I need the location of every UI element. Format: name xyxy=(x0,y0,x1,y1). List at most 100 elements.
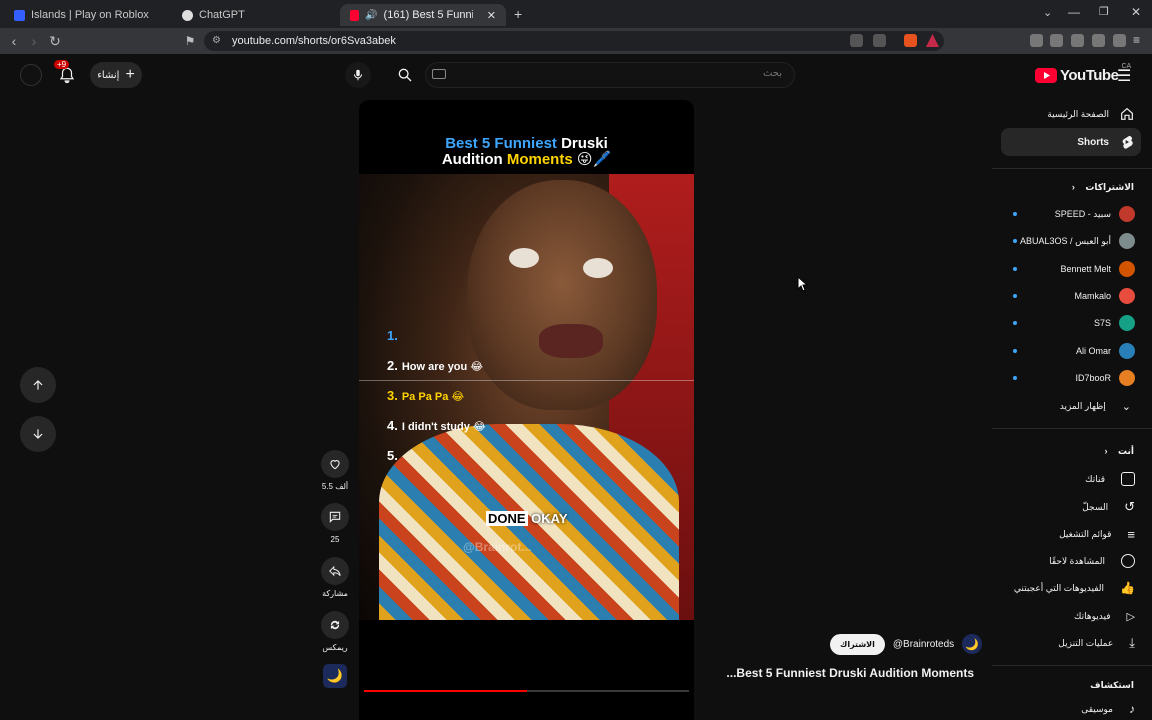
remix-button[interactable] xyxy=(321,611,349,639)
sidebar-item-home[interactable]: الصفحة الرئيسية xyxy=(1001,100,1141,128)
caption-rest: OKAY xyxy=(527,511,568,526)
shorts-video-player[interactable]: Best 5 Funniest Druski Audition Moments … xyxy=(359,100,694,720)
like-button[interactable] xyxy=(321,450,349,478)
channel-avatar xyxy=(1119,370,1135,386)
sidebar-toggle-icon[interactable] xyxy=(1050,34,1063,47)
channel-avatar[interactable]: 🌙 xyxy=(962,634,983,654)
channel-name[interactable]: @Brainroteds xyxy=(893,639,954,650)
plus-icon: + xyxy=(125,66,135,83)
share-icon xyxy=(329,565,341,577)
sidebar-item-your-channel[interactable]: قناتك xyxy=(1001,468,1141,490)
subscriptions-header[interactable]: › الاشتراكات xyxy=(1072,182,1134,193)
subscription-item[interactable]: ABUAL3OS / أبو العبس xyxy=(1001,230,1141,252)
music-icon: ♪ xyxy=(1129,702,1135,716)
you-header[interactable]: › أنت xyxy=(1104,446,1134,457)
audio-playing-icon: 🔊 xyxy=(365,9,378,21)
search-input[interactable]: بحث xyxy=(425,62,795,88)
tab-youtube[interactable]: 🔊 (161) Best 5 Funniest Druski A ✕ xyxy=(340,4,506,26)
sidebar-item-playlists[interactable]: قوائم التشغيل ≡ xyxy=(1001,523,1141,545)
tab-roblox[interactable]: Islands | Play on Roblox xyxy=(4,4,172,26)
brave-shield-icon[interactable] xyxy=(904,34,917,47)
subscription-item[interactable]: ID7booR xyxy=(1001,367,1141,389)
minimize-window-icon[interactable]: — xyxy=(1068,5,1080,19)
subscription-item[interactable]: SPEED - سبيد xyxy=(1001,203,1141,225)
bookmark-icon[interactable]: ⚑ xyxy=(182,33,198,49)
sidebar-item-your-videos[interactable]: فيديوهاتك ▷ xyxy=(1001,605,1141,627)
subscription-item[interactable]: Bennett Melt xyxy=(1001,258,1141,280)
ai-assistant-icon[interactable] xyxy=(1092,34,1105,47)
cast-icon[interactable] xyxy=(873,34,886,47)
subscription-item[interactable]: Mamkalo xyxy=(1001,285,1141,307)
arrow-up-icon xyxy=(33,380,43,390)
hamburger-menu-icon[interactable]: ☰ xyxy=(1117,66,1131,86)
address-bar[interactable]: ⚙ youtube.com/shorts/or6Sva3abek xyxy=(204,31,944,51)
video-progress-bar[interactable] xyxy=(364,690,689,692)
channel-avatar-icon[interactable]: 🌙 xyxy=(323,664,347,688)
close-tab-icon[interactable]: ✕ xyxy=(487,9,496,22)
new-content-dot xyxy=(1013,321,1017,325)
remix-action[interactable]: ريمكس xyxy=(320,611,350,652)
close-window-icon[interactable]: ✕ xyxy=(1131,5,1141,19)
like-action[interactable]: 5.5 ألف xyxy=(320,450,350,491)
avatar[interactable] xyxy=(18,62,44,88)
divider-line xyxy=(359,380,694,381)
youtube-favicon-icon xyxy=(350,9,360,21)
list-item: 2. How are you 😂 xyxy=(387,358,484,373)
sidebar-item-music[interactable]: موسيقى ♪ xyxy=(1001,698,1141,720)
new-tab-icon[interactable]: + xyxy=(514,6,522,22)
sidebar-item-label: Shorts xyxy=(1077,136,1109,148)
arrow-down-icon xyxy=(33,429,43,439)
person-face xyxy=(467,180,657,410)
user-icon xyxy=(1121,472,1135,486)
new-content-dot xyxy=(1013,212,1017,216)
sidebar-item-history[interactable]: السجلّ ↺ xyxy=(1001,496,1141,518)
forward-icon[interactable]: › xyxy=(26,33,42,49)
search-button[interactable] xyxy=(392,62,418,88)
back-icon[interactable]: ‹ xyxy=(6,33,22,49)
overlay-title-part: Best 5 Funniest xyxy=(445,135,557,152)
sidebar-divider xyxy=(992,428,1152,429)
channel-avatar xyxy=(1119,261,1135,277)
comments-button[interactable] xyxy=(321,503,349,531)
subscription-item[interactable]: Ali Omar xyxy=(1001,340,1141,362)
site-info-icon[interactable]: ⚙ xyxy=(212,31,221,51)
overlay-title-part: Audition xyxy=(441,151,503,168)
search-icon xyxy=(398,68,412,82)
vpn-icon[interactable] xyxy=(1113,34,1126,47)
previous-short-button[interactable] xyxy=(20,367,56,403)
translate-icon[interactable] xyxy=(850,34,863,47)
reload-icon[interactable]: ↻ xyxy=(47,33,63,49)
sidebar-item-shorts[interactable]: Shorts xyxy=(1001,128,1141,156)
video-title[interactable]: ...Best 5 Funniest Druski Audition Momen… xyxy=(726,666,974,680)
tab-chatgpt[interactable]: ChatGPT xyxy=(172,4,340,26)
voice-search-button[interactable] xyxy=(345,62,371,88)
share-action[interactable]: مشاركة xyxy=(320,557,350,598)
share-button[interactable] xyxy=(321,557,349,585)
url-text: youtube.com/shorts/or6Sva3abek xyxy=(232,35,396,47)
sidebar-item-downloads[interactable]: عمليات التنزيل ⤓ xyxy=(1001,632,1141,654)
show-more-button[interactable]: إظهار المزيد ⌄ xyxy=(1001,395,1141,417)
create-button[interactable]: إنشاء + xyxy=(90,62,142,88)
wallet-icon[interactable] xyxy=(1071,34,1084,47)
chevron-down-icon: ⌄ xyxy=(1121,400,1131,413)
list-item: 4. I didn't study 😂 xyxy=(387,418,486,433)
subscribe-button[interactable]: الاشتراك xyxy=(830,633,885,655)
keyboard-icon[interactable] xyxy=(432,69,446,79)
overlay-title-part: Druski xyxy=(556,135,608,152)
sidebar-item-watch-later[interactable]: المشاهدة لاحقًا xyxy=(1001,550,1141,572)
notifications-button[interactable]: +9 xyxy=(54,60,80,88)
browser-menu-icon[interactable]: ≡ xyxy=(1133,34,1146,47)
shorts-icon xyxy=(1122,135,1133,149)
subscription-item[interactable]: S7S xyxy=(1001,312,1141,334)
comments-action[interactable]: 25 xyxy=(320,503,350,544)
sidebar-item-liked-videos[interactable]: الفيديوهات التي أعجبتني 👍 xyxy=(1001,577,1141,599)
new-content-dot xyxy=(1013,267,1017,271)
tab-search-chevron-icon[interactable]: ⌄ xyxy=(1043,6,1052,19)
video-caption: DONE OKAY xyxy=(483,510,571,527)
music-extension-icon[interactable] xyxy=(1030,34,1043,47)
right-eye xyxy=(583,258,613,278)
comment-count: 25 xyxy=(330,535,340,544)
explore-title: استكشاف xyxy=(1090,680,1134,690)
next-short-button[interactable] xyxy=(20,416,56,452)
restore-window-icon[interactable]: ❐ xyxy=(1099,5,1109,18)
